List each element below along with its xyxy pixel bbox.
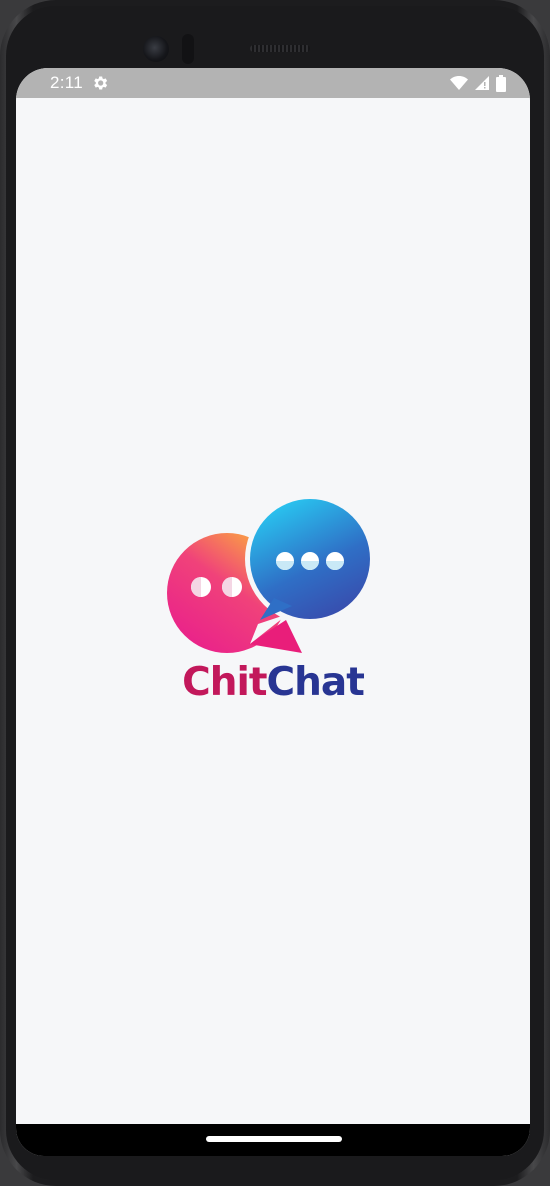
earpiece-speaker [250, 45, 310, 52]
cellular-signal-icon [475, 76, 489, 90]
blue-bubble-dots [276, 552, 344, 570]
status-icons [450, 74, 506, 92]
front-camera [143, 36, 169, 62]
proximity-sensor [182, 34, 194, 64]
brand-wordmark: ChitChat [16, 660, 530, 705]
wifi-icon [450, 76, 468, 90]
status-bar: 2:11 [16, 68, 530, 98]
status-time: 2:11 [50, 73, 84, 92]
brand-part-chit: Chit [182, 660, 267, 705]
navigation-bar [16, 1124, 530, 1156]
home-gesture-handle[interactable] [206, 1136, 342, 1142]
brand-part-chat: Chat [266, 660, 365, 705]
app-screen: 2:11 ChitChat [16, 68, 530, 1156]
settings-gear-icon [94, 76, 108, 90]
phone-frame: 2:11 ChitChat [0, 0, 550, 1186]
battery-icon [496, 74, 506, 92]
